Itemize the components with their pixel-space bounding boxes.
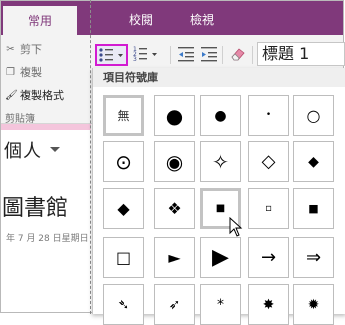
bullet-glyph: ●	[214, 107, 227, 124]
bullet-option[interactable]: ➴	[103, 284, 144, 325]
increase-indent-icon	[201, 47, 217, 62]
bullet-glyph: ❖	[167, 198, 182, 218]
bullet-option[interactable]: ❖	[154, 188, 195, 229]
decrease-indent-button[interactable]	[176, 44, 196, 66]
copy-label: 複製	[20, 66, 42, 79]
bullet-glyph: ►	[168, 247, 181, 267]
bullet-library-header: 項目符號庫	[93, 68, 345, 87]
ribbon-tab-bar: 常用 校閱 檢視	[1, 1, 343, 36]
format-painter-button[interactable]: 🖌 複製格式	[5, 87, 64, 103]
mouse-cursor-icon	[229, 217, 243, 237]
clipboard-group-label: 剪貼簿	[5, 114, 35, 125]
cut-button[interactable]: ✂ 剪下	[5, 41, 42, 57]
bullet-glyph: ◉	[165, 149, 184, 174]
bullet-glyph: ✧	[212, 149, 229, 174]
bullet-glyph: □	[115, 247, 132, 267]
bullet-glyph: ■	[308, 202, 319, 215]
bullet-glyph: ▶	[212, 244, 229, 270]
bullet-none-option[interactable]: 無	[103, 95, 144, 136]
chevron-down-icon[interactable]	[50, 147, 60, 152]
copy-button[interactable]: ❐ 複製	[5, 64, 42, 80]
bullet-option[interactable]: ▫	[248, 188, 289, 229]
bullet-option[interactable]: ➶	[154, 284, 195, 325]
tab-view[interactable]: 檢視	[190, 11, 214, 28]
bullet-none-label: 無	[117, 109, 130, 123]
page-title[interactable]: 圖書館	[2, 190, 68, 222]
bullet-option[interactable]: *	[200, 284, 241, 325]
bullet-glyph: •	[265, 110, 272, 120]
tab-home[interactable]: 常用	[3, 6, 77, 36]
bullet-option[interactable]: ◇	[248, 141, 289, 182]
bullet-option[interactable]: ◆	[103, 188, 144, 229]
bullet-option[interactable]: ●	[154, 95, 195, 136]
bullet-option[interactable]: ◆	[293, 141, 334, 182]
toolbar-separator	[252, 46, 253, 64]
bullet-option[interactable]: ■	[293, 188, 334, 229]
bullets-icon	[99, 48, 123, 62]
bullet-glyph: ⊙	[115, 149, 132, 174]
bullet-glyph: ◆	[117, 198, 130, 218]
svg-text:3: 3	[133, 56, 137, 63]
dashed-separator	[90, 0, 91, 314]
bullet-glyph: ●	[165, 103, 184, 128]
bullets-button[interactable]	[95, 44, 128, 66]
scissors-icon: ✂	[6, 43, 15, 55]
numbering-icon: 1 2 3	[133, 46, 157, 63]
bullet-glyph: ✸	[262, 296, 275, 313]
bullet-option[interactable]: ⇒	[293, 237, 334, 278]
paintbrush-icon: 🖌	[5, 89, 18, 101]
bullet-glyph: ■	[215, 202, 226, 214]
bullet-option[interactable]: ►	[154, 237, 195, 278]
toolbar-separator	[170, 46, 171, 64]
bullet-glyph: ▫	[265, 202, 272, 214]
bullet-glyph: ◇	[261, 150, 276, 172]
style-selector[interactable]: 標題 1	[257, 42, 345, 66]
bullet-glyph: →	[260, 246, 277, 268]
bullet-option[interactable]: ○	[293, 95, 334, 136]
toolbar-separator	[222, 46, 223, 64]
bullet-glyph: ➴	[117, 296, 130, 313]
bullet-option[interactable]: ✧	[200, 141, 241, 182]
increase-indent-button[interactable]	[199, 44, 219, 66]
bullet-option[interactable]: ●	[200, 95, 241, 136]
bullet-library-panel: 項目符號庫 無 ● ● • ○ ⊙ ◉ ✧ ◇ ◆ ◆ ❖ ■ ▫ ■ □ ► ▶ → ⇒ ➴ ➶ * ✸ ✹	[92, 68, 345, 325]
page-date: 年 7 月 28 日星期日	[6, 234, 89, 244]
bullet-glyph: ◆	[308, 153, 319, 170]
bullet-option[interactable]: ✸	[248, 284, 289, 325]
format-painter-label: 複製格式	[20, 89, 64, 102]
eraser-icon	[231, 48, 245, 61]
section-tab-strip	[1, 124, 91, 130]
decrease-indent-icon	[178, 47, 194, 62]
bullet-option[interactable]: •	[248, 95, 289, 136]
bullet-option[interactable]: ✹	[293, 284, 334, 325]
bullet-glyph: ➶	[168, 296, 181, 313]
bullet-glyph: ○	[306, 105, 321, 125]
bullet-glyph: *	[217, 296, 224, 313]
bullet-option[interactable]: □	[103, 237, 144, 278]
numbering-button[interactable]: 1 2 3	[132, 44, 166, 66]
bullet-glyph: ✹	[307, 296, 320, 313]
copy-icon: ❐	[6, 66, 15, 78]
tab-review[interactable]: 校閱	[129, 11, 153, 28]
bullet-option[interactable]: →	[248, 237, 289, 278]
section-name[interactable]: 個人	[4, 137, 42, 163]
bullet-glyph: ⇒	[305, 246, 322, 268]
clear-formatting-button[interactable]	[228, 44, 248, 66]
cut-label: 剪下	[20, 43, 42, 56]
bullet-option[interactable]: ▶	[200, 237, 241, 278]
bullet-option[interactable]: ◉	[154, 141, 195, 182]
bullet-option[interactable]: ⊙	[103, 141, 144, 182]
